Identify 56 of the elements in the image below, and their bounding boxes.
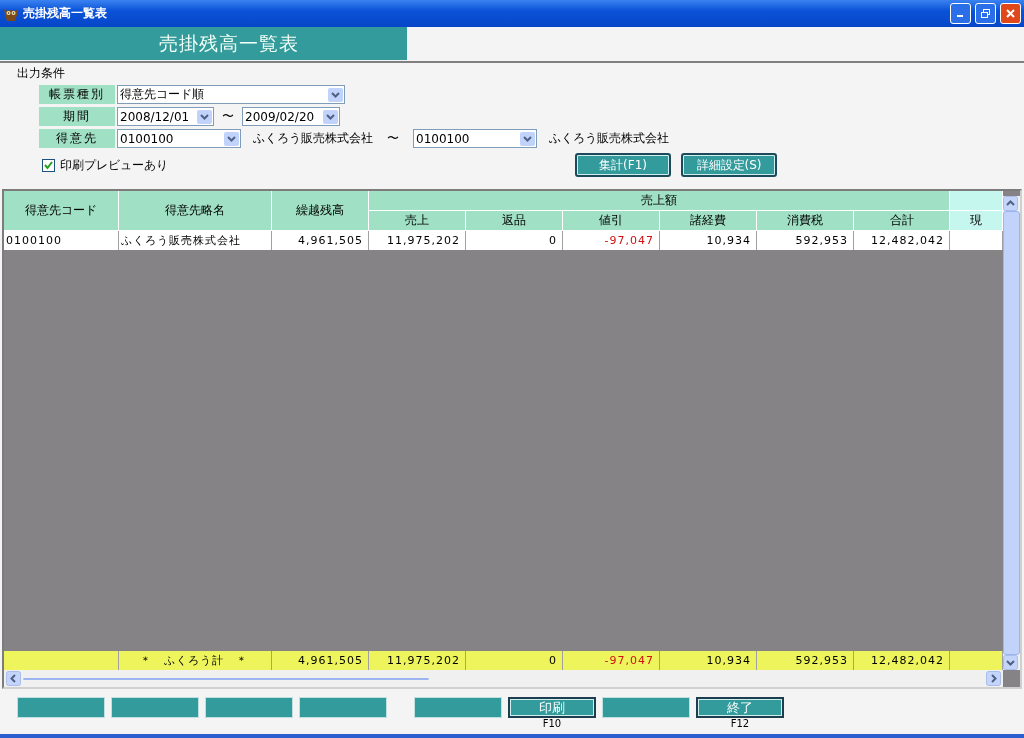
customer-name: ふくろう販売株式会社: [253, 130, 373, 147]
column-header: 得意先略名: [119, 191, 272, 231]
scroll-left-button[interactable]: [6, 671, 21, 686]
restore-button[interactable]: [975, 3, 996, 24]
column-header: 値引: [563, 211, 660, 231]
restore-icon[interactable]: [980, 8, 991, 19]
table-cell: 10,934: [660, 231, 757, 250]
preview-checkbox[interactable]: 印刷プレビューあり: [42, 156, 575, 174]
column-group-header: 売上額: [369, 191, 950, 211]
table-cell: 11,975,202: [369, 231, 466, 250]
scrollbar-thumb[interactable]: [23, 677, 429, 680]
function-key-label: F10: [542, 718, 562, 730]
customer-name: ふくろう販売株式会社: [549, 130, 669, 147]
function-key-button[interactable]: [111, 697, 199, 718]
scrollbar-thumb[interactable]: [1003, 211, 1020, 655]
function-key-button[interactable]: [414, 697, 502, 718]
dropdown-field[interactable]: 2009/02/20: [242, 107, 340, 126]
range-separator: 〜: [387, 130, 399, 147]
dropdown-field[interactable]: 0100100: [413, 129, 537, 148]
column-header: 売上: [369, 211, 466, 231]
table-cell: -97,047: [563, 231, 660, 250]
minimize-button[interactable]: [950, 3, 971, 24]
field-label: 期間: [39, 107, 115, 126]
table-cell: 0: [466, 231, 563, 250]
checkmark-icon[interactable]: [44, 160, 53, 170]
scroll-down-button[interactable]: [1003, 655, 1018, 670]
field-label: 帳票種別: [39, 85, 115, 104]
table-cell: 592,953: [757, 231, 854, 250]
column-header: 現: [950, 211, 1003, 231]
function-key-label: F12: [730, 718, 750, 730]
close-button[interactable]: [1000, 3, 1021, 24]
section-heading: 出力条件: [17, 65, 66, 82]
column-header: 消費税: [757, 211, 854, 231]
dropdown-field[interactable]: 0100100: [117, 129, 241, 148]
scroll-right-button[interactable]: [986, 671, 1001, 686]
close-icon[interactable]: [1005, 8, 1016, 19]
range-separator: 〜: [222, 108, 234, 125]
screen-title-banner: 売掛残高一覧表: [0, 27, 407, 60]
column-header: 得意先コード: [4, 191, 119, 231]
table-cell: 4,961,505: [272, 231, 369, 250]
function-key-button[interactable]: [602, 697, 690, 718]
window-title: 売掛残高一覧表: [23, 5, 108, 22]
scroll-up-button[interactable]: [1003, 196, 1018, 211]
table-cell: ふくろう販売株式会社: [119, 231, 272, 250]
column-header: 諸経費: [660, 211, 757, 231]
dropdown-field[interactable]: 得意先コード順: [117, 85, 345, 104]
column-header: 繰越残高: [272, 191, 369, 231]
table-cell: 0100100: [4, 231, 119, 250]
dropdown-field[interactable]: 2008/12/01: [117, 107, 214, 126]
function-key-button[interactable]: [299, 697, 387, 718]
column-header: 返品: [466, 211, 563, 231]
function-key-button[interactable]: [17, 697, 105, 718]
table-cell: 12,482,042: [854, 231, 950, 250]
field-label: 得意先: [39, 129, 115, 148]
function-key-button[interactable]: [205, 697, 293, 718]
column-header: 合計: [854, 211, 950, 231]
